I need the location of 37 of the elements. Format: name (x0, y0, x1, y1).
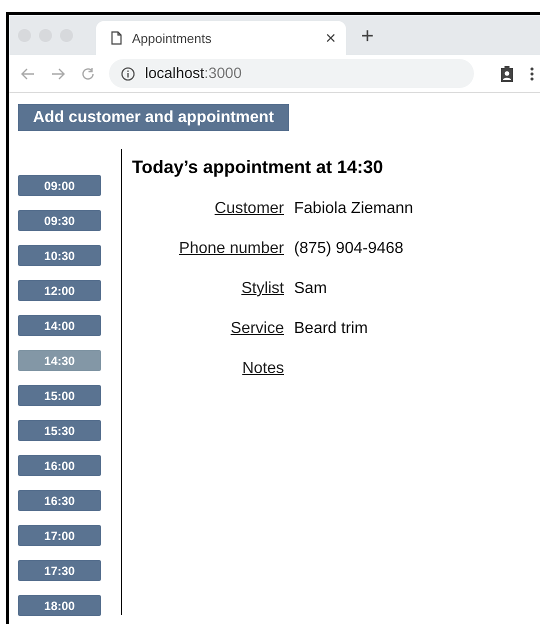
field-label: Customer (214, 200, 284, 218)
field-value: Fabiola Ziemann (294, 200, 414, 218)
time-slot-button[interactable]: 15:00 (18, 385, 101, 406)
add-customer-button[interactable]: Add customer and appointment (18, 104, 289, 131)
field-value: Beard trim (294, 320, 369, 338)
address-bar[interactable]: localhost:3000 (109, 59, 474, 88)
time-slot-button[interactable]: 10:30 (18, 245, 101, 266)
info-icon (121, 66, 135, 80)
browser-tab[interactable]: Appointments × (96, 21, 346, 55)
forward-icon[interactable] (51, 68, 65, 80)
field-label: Notes (241, 360, 284, 378)
time-slot-button[interactable]: 09:30 (18, 210, 101, 231)
document-icon (111, 31, 122, 45)
time-slot-button[interactable]: 17:30 (18, 560, 101, 581)
back-icon[interactable] (21, 68, 35, 80)
close-tab-button[interactable]: × (325, 28, 336, 48)
tab-title: Appointments (132, 30, 212, 46)
field-label: Phone number (178, 240, 284, 258)
time-slot-button[interactable]: 14:30 (18, 350, 101, 371)
field-label: Service (230, 320, 284, 338)
field-value: (875) 904-9468 (294, 240, 404, 258)
time-slot-button[interactable]: 16:30 (18, 490, 101, 511)
time-slot-button[interactable]: 15:30 (18, 420, 101, 441)
appointment-heading: Today’s appointment at 14:30 (132, 157, 384, 178)
new-tab-button[interactable]: + (346, 23, 374, 55)
time-slot-button[interactable]: 12:00 (18, 280, 101, 301)
time-slot-button[interactable]: 17:00 (18, 525, 101, 546)
time-slot-button[interactable]: 16:00 (18, 455, 101, 476)
url-text: localhost:3000 (145, 65, 242, 82)
reload-icon[interactable] (81, 66, 95, 80)
field-label: Stylist (240, 280, 284, 298)
time-slot-button[interactable]: 18:00 (18, 595, 101, 616)
menu-icon[interactable] (530, 66, 534, 80)
profile-badge-icon[interactable] (500, 64, 514, 82)
field-value: Sam (294, 280, 328, 298)
time-slot-button[interactable]: 09:00 (18, 175, 101, 196)
time-slot-button[interactable]: 14:00 (18, 315, 101, 336)
